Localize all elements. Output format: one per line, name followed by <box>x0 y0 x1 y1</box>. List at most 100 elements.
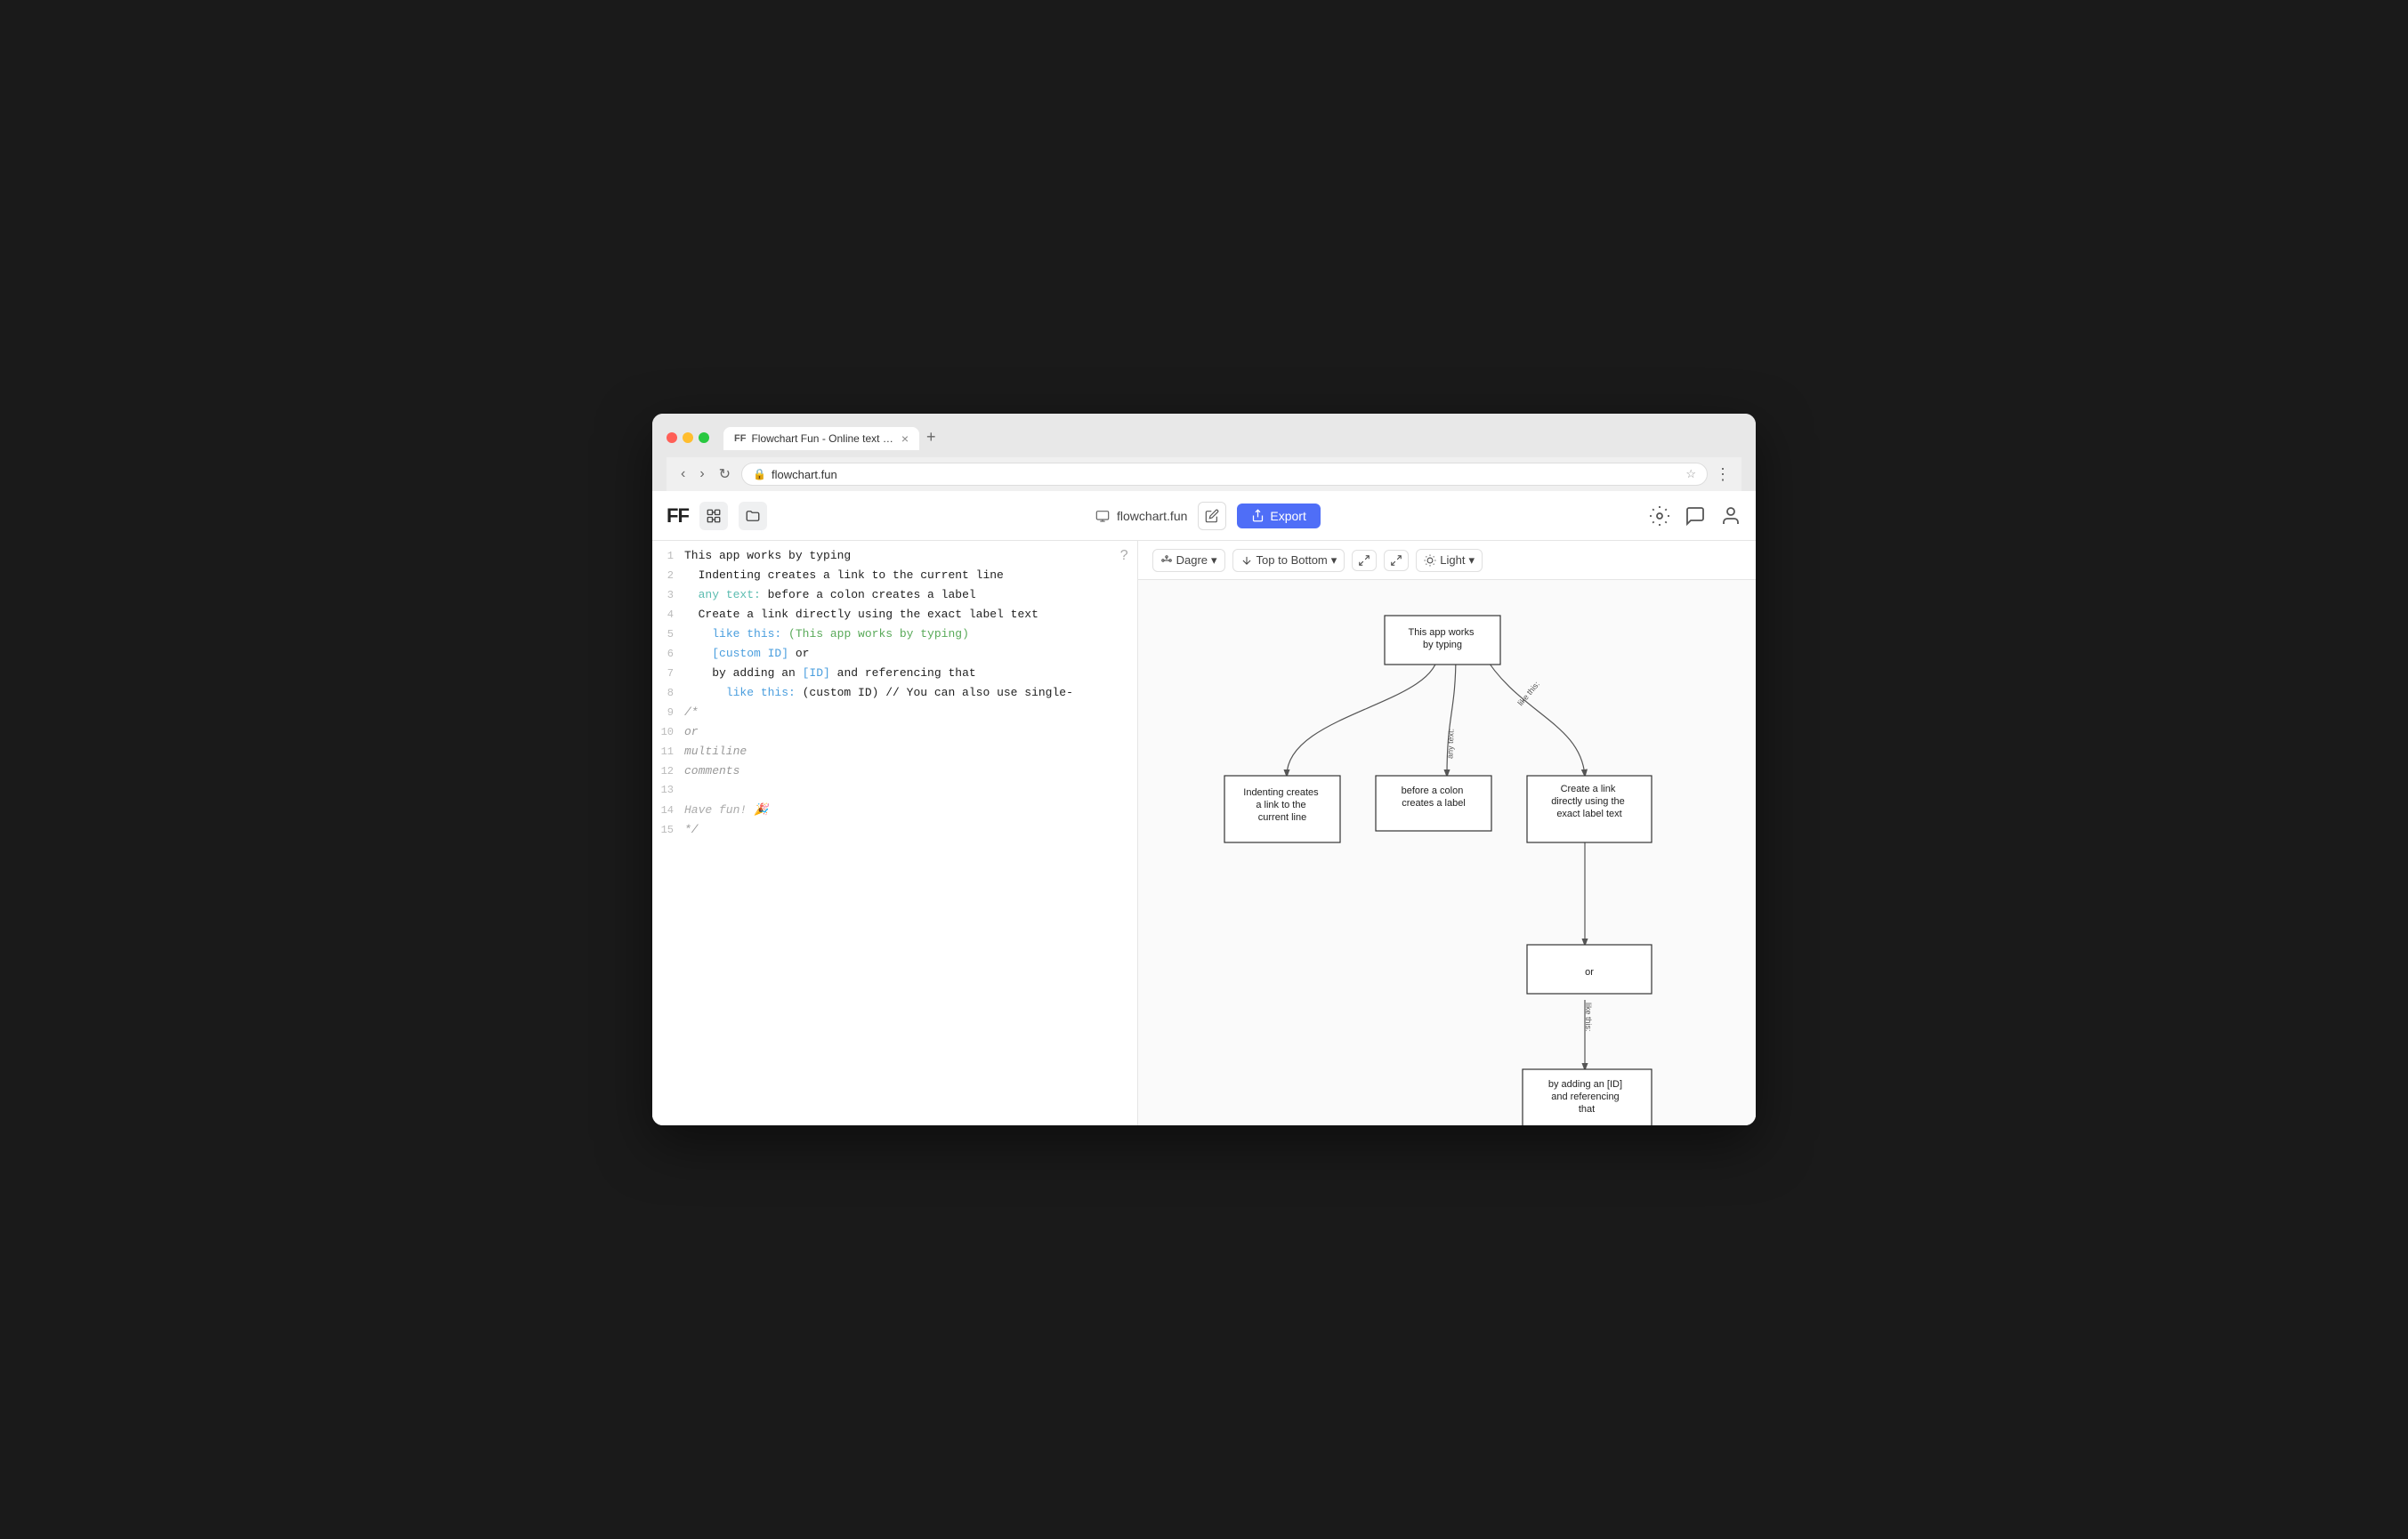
app-logo: FF <box>667 504 689 528</box>
diagram-icon <box>706 508 722 524</box>
address-bar[interactable]: 🔒 flowchart.fun ☆ <box>741 463 1708 486</box>
code-line: 14Have fun! 🎉 <box>652 802 1137 822</box>
tab-close-icon[interactable]: × <box>901 432 909 445</box>
new-tab-button[interactable]: + <box>919 424 943 450</box>
settings-icon[interactable] <box>1649 505 1670 527</box>
minimize-button[interactable] <box>683 432 693 443</box>
line-number: 5 <box>652 628 684 641</box>
preview-toolbar: Dagre ▾ Top to Bottom ▾ <box>1138 541 1756 580</box>
line-content: [custom ID] or <box>684 647 1137 660</box>
diagram-icon-button[interactable] <box>699 502 728 530</box>
app-main: ? 1This app works by typing2 Indenting c… <box>652 541 1756 1125</box>
browser-content: FF <box>652 491 1756 1125</box>
browser-menu-button[interactable]: ⋮ <box>1715 465 1731 484</box>
fit-button[interactable] <box>1352 550 1377 571</box>
help-icon[interactable]: ? <box>1120 548 1128 564</box>
line-number: 10 <box>652 726 684 738</box>
line-content: */ <box>684 823 1137 836</box>
line-content: Have fun! 🎉 <box>684 803 1137 817</box>
export-button[interactable]: Export <box>1237 504 1320 528</box>
line-number: 12 <box>652 765 684 778</box>
fit-icon <box>1358 554 1370 567</box>
forward-button[interactable]: › <box>696 464 707 484</box>
expand-button[interactable] <box>1384 550 1409 571</box>
code-line: 11multiline <box>652 744 1137 763</box>
code-line: 5 like this: (This app works by typing) <box>652 626 1137 646</box>
direction-label: Top to Bottom <box>1257 553 1328 567</box>
address-bar-row: ‹ › ↻ 🔒 flowchart.fun ☆ ⋮ <box>667 457 1741 491</box>
edit-button[interactable] <box>1198 502 1226 530</box>
expand-icon <box>1390 554 1402 567</box>
browser-titlebar: FF Flowchart Fun - Online text to... × +… <box>652 414 1756 491</box>
direction-chevron: ▾ <box>1331 553 1337 568</box>
svg-text:or: or <box>1585 967 1594 978</box>
monitor-icon <box>1095 509 1110 523</box>
line-number: 1 <box>652 550 684 562</box>
header-center: flowchart.fun Export <box>778 502 1638 530</box>
theme-chevron: ▾ <box>1469 553 1475 568</box>
folder-icon <box>745 508 761 524</box>
code-line: 2 Indenting creates a link to the curren… <box>652 568 1137 587</box>
line-number: 4 <box>652 608 684 621</box>
layout-label: Dagre <box>1176 553 1208 567</box>
line-number: 14 <box>652 804 684 817</box>
code-line: 10or <box>652 724 1137 744</box>
line-content: any text: before a colon creates a label <box>684 588 1137 601</box>
direction-selector[interactable]: Top to Bottom ▾ <box>1232 549 1345 572</box>
tab-favicon: FF <box>734 433 746 444</box>
code-line: 3 any text: before a colon creates a lab… <box>652 587 1137 607</box>
header-right <box>1649 505 1741 527</box>
layout-selector[interactable]: Dagre ▾ <box>1152 549 1225 572</box>
svg-text:Create a link di: Create a link directly using the exact l… <box>1551 784 1628 819</box>
share-icon <box>1251 509 1265 522</box>
preview-panel: Dagre ▾ Top to Bottom ▾ <box>1138 541 1756 1125</box>
theme-selector[interactable]: Light ▾ <box>1416 549 1483 572</box>
code-line: 13 <box>652 783 1137 802</box>
theme-icon <box>1424 554 1436 567</box>
domain-display: flowchart.fun <box>1095 509 1187 523</box>
line-number: 6 <box>652 648 684 660</box>
code-line: 9/* <box>652 705 1137 724</box>
code-line: 8 like this: (custom ID) // You can also… <box>652 685 1137 705</box>
chat-icon[interactable] <box>1685 505 1706 527</box>
code-line: 15*/ <box>652 822 1137 842</box>
line-content: This app works by typing <box>684 549 1137 562</box>
code-line: 4 Create a link directly using the exact… <box>652 607 1137 626</box>
svg-text:any text:: any text: <box>1445 729 1455 759</box>
line-content: or <box>684 725 1137 738</box>
user-icon[interactable] <box>1720 505 1741 527</box>
maximize-button[interactable] <box>699 432 709 443</box>
traffic-lights <box>667 432 709 443</box>
folder-icon-button[interactable] <box>739 502 767 530</box>
line-content: multiline <box>684 745 1137 758</box>
bookmark-icon[interactable]: ☆ <box>1685 467 1696 481</box>
line-number: 8 <box>652 687 684 699</box>
code-line: 6 [custom ID] or <box>652 646 1137 665</box>
back-button[interactable]: ‹ <box>677 464 689 484</box>
code-line: 7 by adding an [ID] and referencing that <box>652 665 1137 685</box>
app-header: FF <box>652 491 1756 541</box>
line-number: 11 <box>652 745 684 758</box>
pencil-icon <box>1205 509 1219 523</box>
direction-icon <box>1240 554 1253 567</box>
browser-controls: FF Flowchart Fun - Online text to... × + <box>667 424 1741 450</box>
svg-text:like this:: like this: <box>1584 1003 1593 1032</box>
layout-chevron: ▾ <box>1211 553 1217 568</box>
code-line: 12comments <box>652 763 1137 783</box>
flowchart-diagram: any text: like this: like this: This app… <box>1180 598 1714 1125</box>
preview-canvas[interactable]: any text: like this: like this: This app… <box>1138 580 1756 1125</box>
reload-button[interactable]: ↻ <box>715 463 734 485</box>
tabs-row: FF Flowchart Fun - Online text to... × + <box>723 424 943 450</box>
domain-text: flowchart.fun <box>1117 509 1187 523</box>
code-line: 1This app works by typing <box>652 548 1137 568</box>
line-content: by adding an [ID] and referencing that <box>684 666 1137 680</box>
editor-panel[interactable]: ? 1This app works by typing2 Indenting c… <box>652 541 1138 1125</box>
layout-icon <box>1160 554 1173 567</box>
active-tab[interactable]: FF Flowchart Fun - Online text to... × <box>723 427 919 450</box>
line-content: Create a link directly using the exact l… <box>684 608 1137 621</box>
line-number: 15 <box>652 824 684 836</box>
close-button[interactable] <box>667 432 677 443</box>
line-number: 2 <box>652 569 684 582</box>
theme-label: Light <box>1440 553 1465 567</box>
code-lines: 1This app works by typing2 Indenting cre… <box>652 541 1137 849</box>
